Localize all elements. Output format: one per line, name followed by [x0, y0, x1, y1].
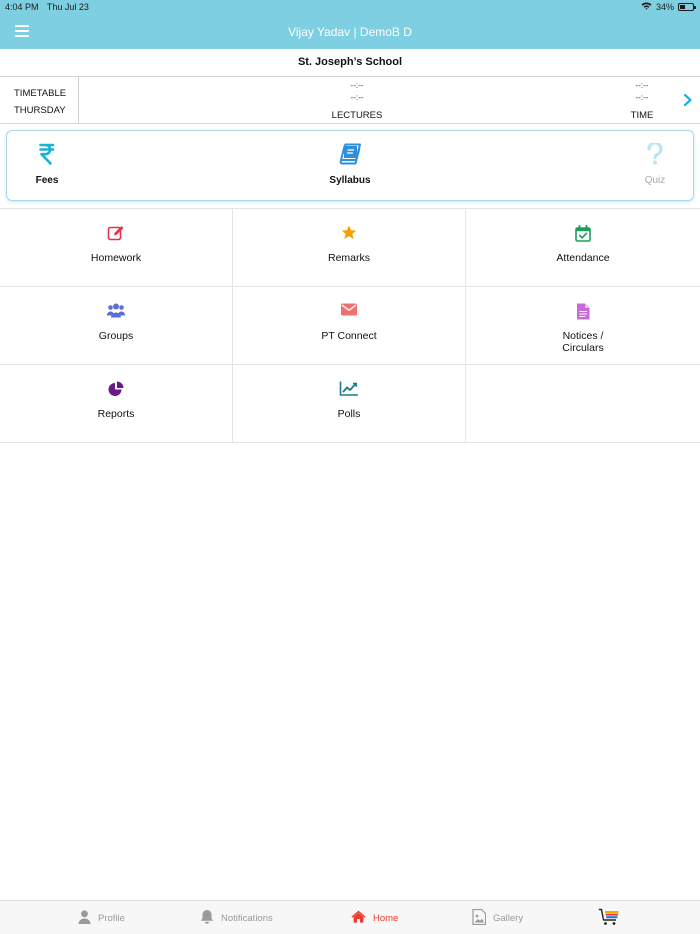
lectures-label: LECTURES: [331, 110, 383, 121]
chevron-right-icon[interactable]: [682, 93, 694, 107]
rupee-icon: [39, 143, 55, 170]
calendar-check-icon: [575, 224, 591, 247]
fees-label: Fees: [35, 175, 59, 186]
tab-home[interactable]: Home: [351, 901, 398, 934]
book-icon: [339, 143, 361, 170]
tab-gallery-label: Gallery: [493, 912, 524, 924]
tab-profile[interactable]: Profile: [78, 901, 125, 934]
school-name: St. Joseph’s School: [0, 49, 700, 77]
lectures-column: --:-- --:-- LECTURES: [79, 77, 635, 123]
tab-notifications[interactable]: Notifications: [200, 901, 273, 934]
empty-tile: [466, 365, 700, 443]
homework-label: Homework: [90, 252, 142, 264]
notices-circulars-label: Notices / Circulars: [466, 330, 700, 354]
person-icon: [78, 909, 91, 927]
battery-icon: [678, 3, 696, 11]
wifi-icon: [641, 2, 652, 12]
tab-home-label: Home: [373, 912, 399, 924]
timetable-strip[interactable]: TIMETABLE THURSDAY --:-- --:-- LECTURES …: [0, 77, 700, 124]
pt-connect-tile[interactable]: PT Connect: [233, 287, 466, 365]
battery-percent: 34%: [655, 2, 674, 12]
pie-chart-icon: [108, 381, 124, 402]
fees-button[interactable]: Fees: [21, 131, 73, 200]
attendance-tile[interactable]: Attendance: [466, 209, 700, 287]
status-time: 4:04 PM: [5, 2, 39, 12]
star-icon: [341, 225, 357, 245]
bell-icon: [200, 909, 214, 927]
time-placeholder: --:--: [635, 93, 649, 102]
notices-label-line: Notices /: [562, 330, 604, 342]
reports-label: Reports: [97, 408, 135, 420]
bottom-tab-bar: Profile Notifications Home Gallery: [0, 900, 700, 934]
time-label: TIME: [630, 110, 654, 121]
header-title: Vijay Yadav | DemoB D: [288, 25, 412, 39]
time-column: --:-- --:-- TIME: [610, 77, 674, 123]
syllabus-label: Syllabus: [329, 175, 371, 186]
tab-gallery[interactable]: Gallery: [472, 901, 523, 934]
reports-tile[interactable]: Reports: [0, 365, 233, 443]
image-icon: [472, 908, 487, 928]
tab-notifications-label: Notifications: [221, 912, 273, 924]
remarks-label: Remarks: [327, 252, 370, 264]
quick-actions-card: Fees Syllabus Quiz: [6, 130, 694, 201]
groups-tile[interactable]: Groups: [0, 287, 233, 365]
module-grid: Homework Remarks Attendance Groups PT Co…: [0, 208, 700, 443]
quiz-button[interactable]: Quiz: [633, 131, 677, 200]
tab-shop[interactable]: [598, 901, 620, 934]
polls-tile[interactable]: Polls: [233, 365, 466, 443]
pt-connect-label: PT Connect: [321, 330, 377, 342]
edit-icon: [107, 225, 125, 246]
circulars-label-line: Circulars: [562, 342, 604, 354]
notices-circulars-tile[interactable]: Notices / Circulars: [466, 287, 700, 365]
attendance-label: Attendance: [556, 252, 610, 264]
tab-profile-label: Profile: [98, 912, 125, 924]
users-icon: [107, 303, 126, 323]
status-bar: 4:04 PM Thu Jul 23 34%: [0, 0, 700, 14]
groups-label: Groups: [98, 330, 134, 342]
home-icon: [351, 910, 366, 926]
app-header: Vijay Yadav | DemoB D: [0, 14, 700, 49]
timetable-day: THURSDAY: [14, 105, 66, 116]
remarks-tile[interactable]: Remarks: [233, 209, 466, 287]
line-chart-icon: [339, 381, 359, 401]
cart-icon: [598, 908, 620, 929]
homework-tile[interactable]: Homework: [0, 209, 233, 287]
timetable-label: TIMETABLE: [14, 88, 67, 99]
status-date: Thu Jul 23: [46, 2, 89, 12]
document-icon: [576, 303, 590, 325]
quiz-label: Quiz: [644, 175, 666, 186]
question-icon: [647, 141, 663, 170]
lecture-placeholder: --:--: [350, 93, 364, 102]
syllabus-button[interactable]: Syllabus: [317, 131, 383, 200]
time-placeholder: --:--: [635, 81, 649, 90]
polls-label: Polls: [337, 408, 361, 420]
timetable-day-box: TIMETABLE THURSDAY: [0, 77, 79, 123]
envelope-icon: [341, 303, 358, 321]
lecture-placeholder: --:--: [350, 81, 364, 90]
